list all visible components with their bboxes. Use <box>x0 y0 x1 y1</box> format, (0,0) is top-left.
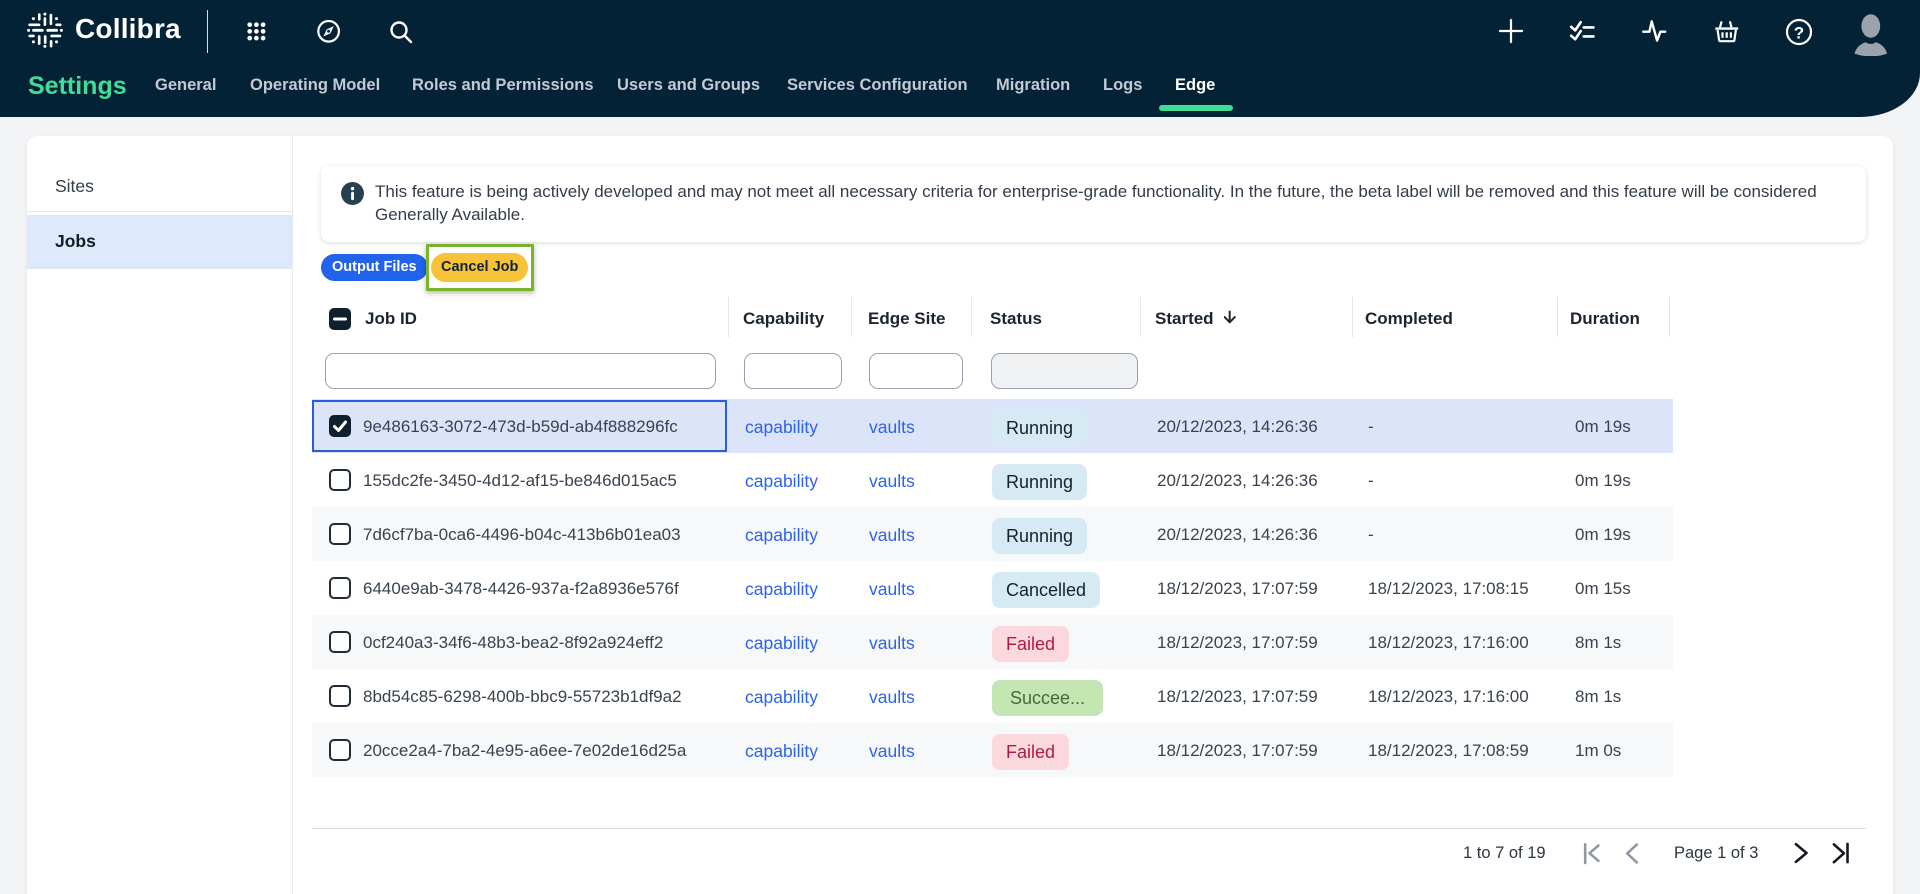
svg-text:?: ? <box>1794 24 1804 43</box>
